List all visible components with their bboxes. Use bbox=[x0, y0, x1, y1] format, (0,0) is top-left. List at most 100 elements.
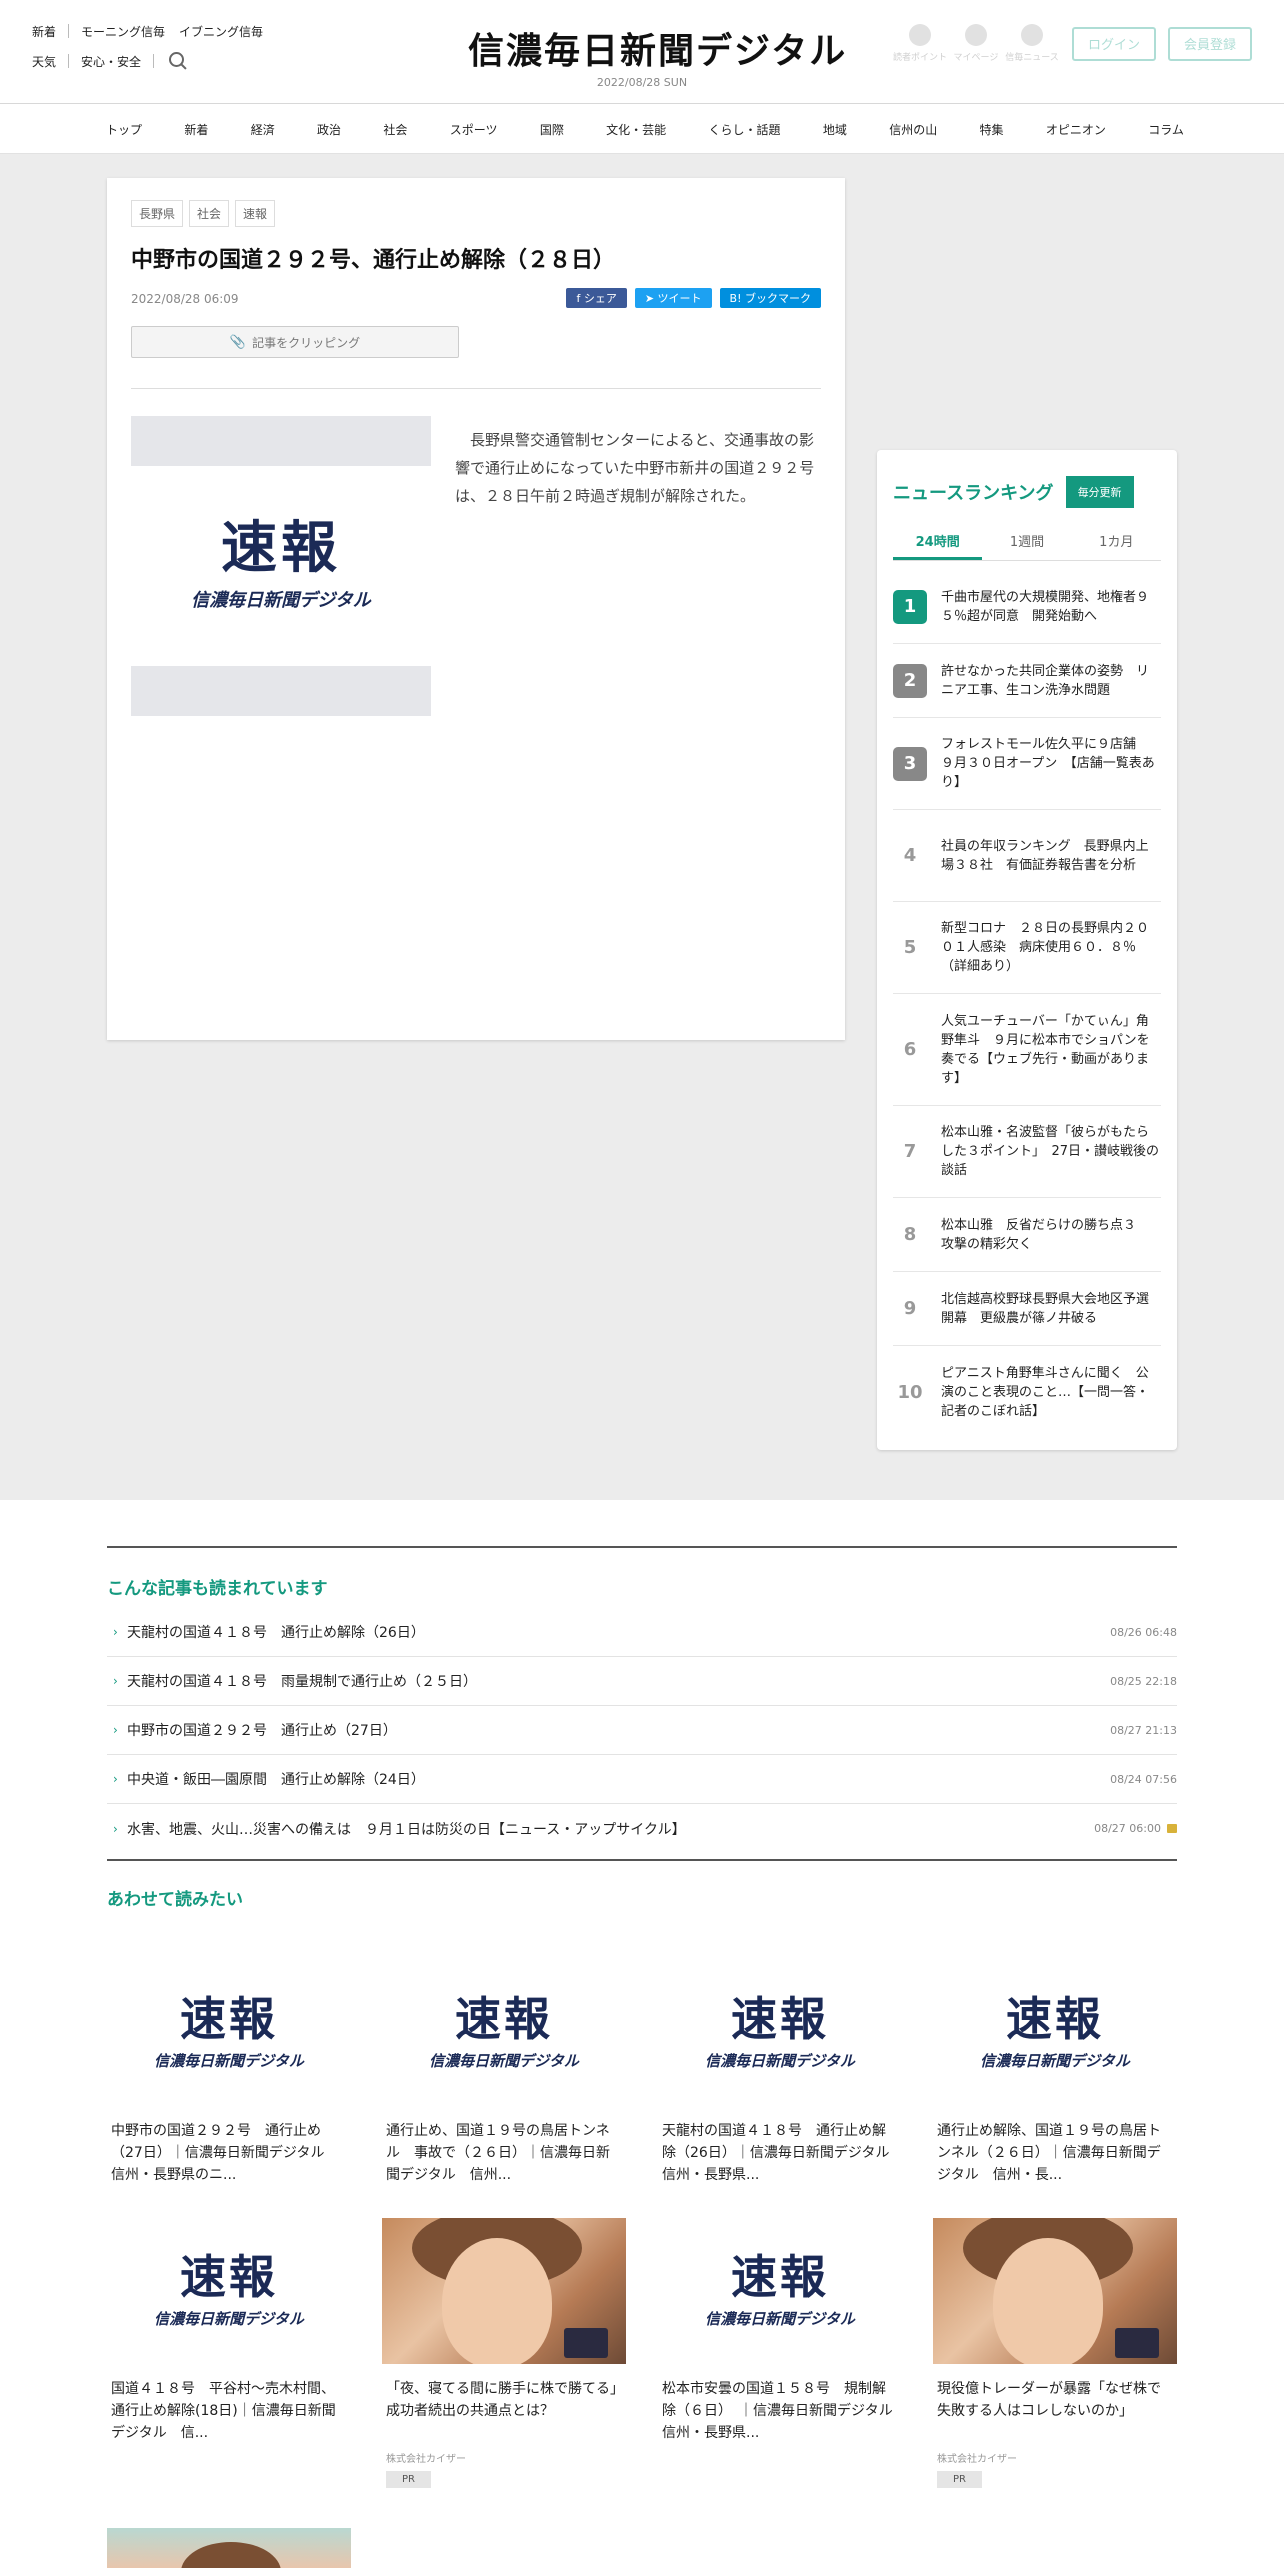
nav-top[interactable]: トップ bbox=[106, 121, 142, 138]
chevron-right-icon: › bbox=[113, 1674, 118, 1688]
logo-text: 信濃毎日新聞デジタル bbox=[468, 30, 848, 72]
lock-icon bbox=[1167, 1824, 1177, 1833]
nav-sports[interactable]: スポーツ bbox=[450, 121, 498, 138]
clip-article-button[interactable]: 📎 記事をクリッピング bbox=[131, 326, 459, 358]
related-item[interactable]: › 天龍村の国道４１８号 通行止め解除（26日） 08/26 06:48 bbox=[107, 1608, 1177, 1657]
points-button[interactable]: 読者ポイント bbox=[892, 24, 948, 63]
ranking-item[interactable]: 3 フォレストモール佐久平に９店舗 ９月３０日オープン 【店舗一覧表あり】 bbox=[893, 718, 1161, 810]
recommend-card[interactable]: 速報 信濃毎日新聞デジタル 天龍村の国道４１８号 通行止め解除（26日）｜信濃毎… bbox=[658, 1960, 902, 2186]
thumb-brand: 信濃毎日新聞デジタル bbox=[154, 2309, 304, 2328]
hatena-bookmark-button[interactable]: B! ブックマーク bbox=[719, 288, 821, 308]
nav-region[interactable]: 地域 bbox=[823, 121, 847, 138]
recommend-card[interactable]: 速報 信濃毎日新聞デジタル 国道４１８号 平谷村～売木村間、通行止め解除(18日… bbox=[107, 2218, 351, 2444]
ranking-item[interactable]: 5 新型コロナ ２８日の長野県内２００１人感染 病床使用６０．８％（詳細あり） bbox=[893, 902, 1161, 994]
related-item[interactable]: › 水害、地震、火山…災害への備えは ９月１日は防災の日【ニュース・アップサイク… bbox=[107, 1804, 1177, 1853]
photo-phone bbox=[564, 2328, 608, 2358]
facebook-share-label: シェア bbox=[583, 292, 617, 305]
site-logo[interactable]: 信濃毎日新聞デジタル 2022/08/28 SUN bbox=[468, 22, 848, 89]
thumb-brand: 信濃毎日新聞デジタル bbox=[154, 2051, 304, 2070]
sponsor-name: 株式会社カイザー bbox=[386, 2454, 466, 2465]
related-item-title: 水害、地震、火山…災害への備えは ９月１日は防災の日【ニュース・アップサイクル】 bbox=[127, 1821, 686, 1838]
nav-economy[interactable]: 経済 bbox=[251, 121, 275, 138]
related-item-title: 天龍村の国道４１８号 雨量規制で通行止め（２５日） bbox=[127, 1674, 477, 1690]
mail-icon bbox=[1020, 24, 1043, 46]
header-date: 2022/08/28 SUN bbox=[596, 76, 688, 89]
related-articles: こんな記事も読まれています › 天龍村の国道４１８号 通行止め解除（26日） 0… bbox=[107, 1546, 1177, 1910]
tab-1week[interactable]: 1週間 bbox=[982, 526, 1071, 560]
ranking-item[interactable]: 9 北信越高校野球長野県大会地区予選開幕 更級農が篠ノ井破る bbox=[893, 1272, 1161, 1346]
nav-feature[interactable]: 特集 bbox=[980, 121, 1004, 138]
tag-prefecture[interactable]: 長野県 bbox=[131, 200, 184, 227]
ranking-item-title: 千曲市屋代の大規模開発、地権者９５％超が同意 開発始動へ bbox=[941, 589, 1150, 624]
ranking-item[interactable]: 6 人気ユーチューバー「かてぃん」角野隼斗 ９月に松本市でショパンを奏でる【ウェ… bbox=[893, 994, 1161, 1106]
related-item-date: 08/27 06:00 bbox=[1094, 1822, 1161, 1835]
recommend-card[interactable]: 速報 信濃毎日新聞デジタル 通行止め、国道１９号の鳥居トンネル 事故で（２６日）… bbox=[382, 1960, 626, 2186]
ad-card[interactable]: 「夜、寝てる間に勝手に株で勝てる」成功者続出の共通点とは？ 株式会社カイザー P… bbox=[382, 2218, 626, 2488]
mypage-button[interactable]: マイページ bbox=[948, 24, 1004, 63]
ranking-item[interactable]: 10 ピアニスト角野隼斗さんに聞く 公演のこと表現のこと…【一問一答・記者のこぼ… bbox=[893, 1346, 1161, 1438]
rank-number: 6 bbox=[903, 1039, 917, 1060]
nav-culture[interactable]: 文化・芸能 bbox=[606, 121, 666, 138]
header-actions: 読者ポイント マイページ 信毎ニュース ログイン 会員登録 bbox=[892, 24, 1252, 63]
divider bbox=[153, 54, 155, 68]
rank-number: 9 bbox=[903, 1298, 917, 1319]
news-label: 信毎ニュース bbox=[1005, 53, 1059, 63]
card-title: 通行止め解除、国道１９号の鳥居トンネル（２６日）｜信濃毎日新聞デジタル 信州・長… bbox=[937, 2123, 1161, 2183]
ranking-item[interactable]: 1 千曲市屋代の大規模開発、地権者９５％超が同意 開発始動へ bbox=[893, 570, 1161, 644]
article-title: 中野市の国道２９２号、通行止め解除（２８日） bbox=[131, 248, 616, 273]
tab-1month[interactable]: 1カ月 bbox=[1072, 526, 1161, 560]
link-new[interactable]: 新着 bbox=[32, 23, 56, 40]
link-safety[interactable]: 安心・安全 bbox=[81, 53, 141, 70]
twitter-share-button[interactable]: ➤ ツイート bbox=[634, 288, 712, 308]
link-weather[interactable]: 天気 bbox=[32, 53, 56, 70]
rank-number: 8 bbox=[903, 1224, 917, 1245]
divider bbox=[68, 24, 70, 38]
ranking-item[interactable]: 4 社員の年収ランキング 長野県内上場３８社 有価証券報告書を分析 bbox=[893, 810, 1161, 902]
ad-photo-partial[interactable] bbox=[107, 2528, 351, 2568]
rank-number: 2 bbox=[893, 663, 927, 698]
nav-politics[interactable]: 政治 bbox=[317, 121, 341, 138]
rank-number: 10 bbox=[897, 1381, 923, 1403]
link-evening[interactable]: イブニング信毎 bbox=[179, 23, 263, 40]
pr-badge: PR bbox=[937, 2471, 982, 2488]
ad-photo bbox=[933, 2218, 1177, 2364]
facebook-icon: f bbox=[576, 291, 584, 305]
ad-photo bbox=[382, 2218, 626, 2364]
photo-hair bbox=[181, 2542, 281, 2568]
search-icon[interactable] bbox=[168, 51, 188, 71]
tag-society[interactable]: 社会 bbox=[189, 200, 230, 227]
nav-opinion[interactable]: オピニオン bbox=[1046, 121, 1106, 138]
card-title: 松本市安曇の国道１５８号 規制解除（６日） ｜信濃毎日新聞デジタル 信州・長野県… bbox=[662, 2381, 902, 2441]
link-morning[interactable]: モーニング信毎 bbox=[81, 23, 165, 40]
related-item[interactable]: › 中野市の国道２９２号 通行止め（27日） 08/27 21:13 bbox=[107, 1706, 1177, 1755]
news-button[interactable]: 信毎ニュース bbox=[1004, 24, 1060, 63]
ad-card[interactable]: 現役億トレーダーが暴露「なぜ株で失敗する人はコレしないのか」 株式会社カイザー … bbox=[933, 2218, 1177, 2488]
recommend-card[interactable]: 速報 信濃毎日新聞デジタル 通行止め解除、国道１９号の鳥居トンネル（２６日）｜信… bbox=[933, 1960, 1177, 2186]
related-item[interactable]: › 中央道・飯田―園原間 通行止め解除（24日） 08/24 07:56 bbox=[107, 1755, 1177, 1804]
related-item[interactable]: › 天龍村の国道４１８号 雨量規制で通行止め（２５日） 08/25 22:18 bbox=[107, 1657, 1177, 1706]
ranking-item[interactable]: 2 許せなかった共同企業体の姿勢 リニア工事、生コン洗浄水問題 bbox=[893, 644, 1161, 718]
ranking-item[interactable]: 8 松本山雅 反省だらけの勝ち点３ 攻撃の精彩欠く bbox=[893, 1198, 1161, 1272]
ranking-list: 1 千曲市屋代の大規模開発、地権者９５％超が同意 開発始動へ 2 許せなかった共… bbox=[893, 570, 1161, 1438]
tab-24h[interactable]: 24時間 bbox=[893, 526, 983, 560]
ranking-item-title: 社員の年収ランキング 長野県内上場３８社 有価証券報告書を分析 bbox=[941, 838, 1149, 873]
nav-society[interactable]: 社会 bbox=[383, 121, 407, 138]
chevron-right-icon: › bbox=[113, 1723, 118, 1737]
ranking-item[interactable]: 7 松本山雅・名波監督「彼らがもたらした３ポイント」 27日・讃岐戦後の談話 bbox=[893, 1106, 1161, 1198]
card-thumbnail: 速報 信濃毎日新聞デジタル bbox=[107, 1960, 351, 2106]
tag-breaking[interactable]: 速報 bbox=[235, 200, 276, 227]
nav-mountain[interactable]: 信州の山 bbox=[889, 121, 937, 138]
nav-column[interactable]: コラム bbox=[1148, 121, 1184, 138]
register-button[interactable]: 会員登録 bbox=[1167, 26, 1252, 61]
nav-international[interactable]: 国際 bbox=[540, 121, 564, 138]
image-pad-bottom bbox=[131, 666, 431, 716]
ranking-item-title: 松本山雅 反省だらけの勝ち点３ 攻撃の精彩欠く bbox=[941, 1217, 1150, 1252]
recommend-card[interactable]: 速報 信濃毎日新聞デジタル 中野市の国道２９２号 通行止め（27日）｜信濃毎日新… bbox=[107, 1960, 351, 2186]
hatena-label: ブックマーク bbox=[745, 292, 811, 305]
login-button[interactable]: ログイン bbox=[1071, 26, 1156, 61]
nav-new[interactable]: 新着 bbox=[184, 121, 208, 138]
recommend-card[interactable]: 速報 信濃毎日新聞デジタル 松本市安曇の国道１５８号 規制解除（６日） ｜信濃毎… bbox=[658, 2218, 902, 2444]
facebook-share-button[interactable]: f シェア bbox=[566, 288, 627, 308]
nav-life[interactable]: くらし・話題 bbox=[709, 121, 781, 138]
share-buttons: f シェア ➤ ツイート B! ブックマーク bbox=[558, 288, 821, 308]
